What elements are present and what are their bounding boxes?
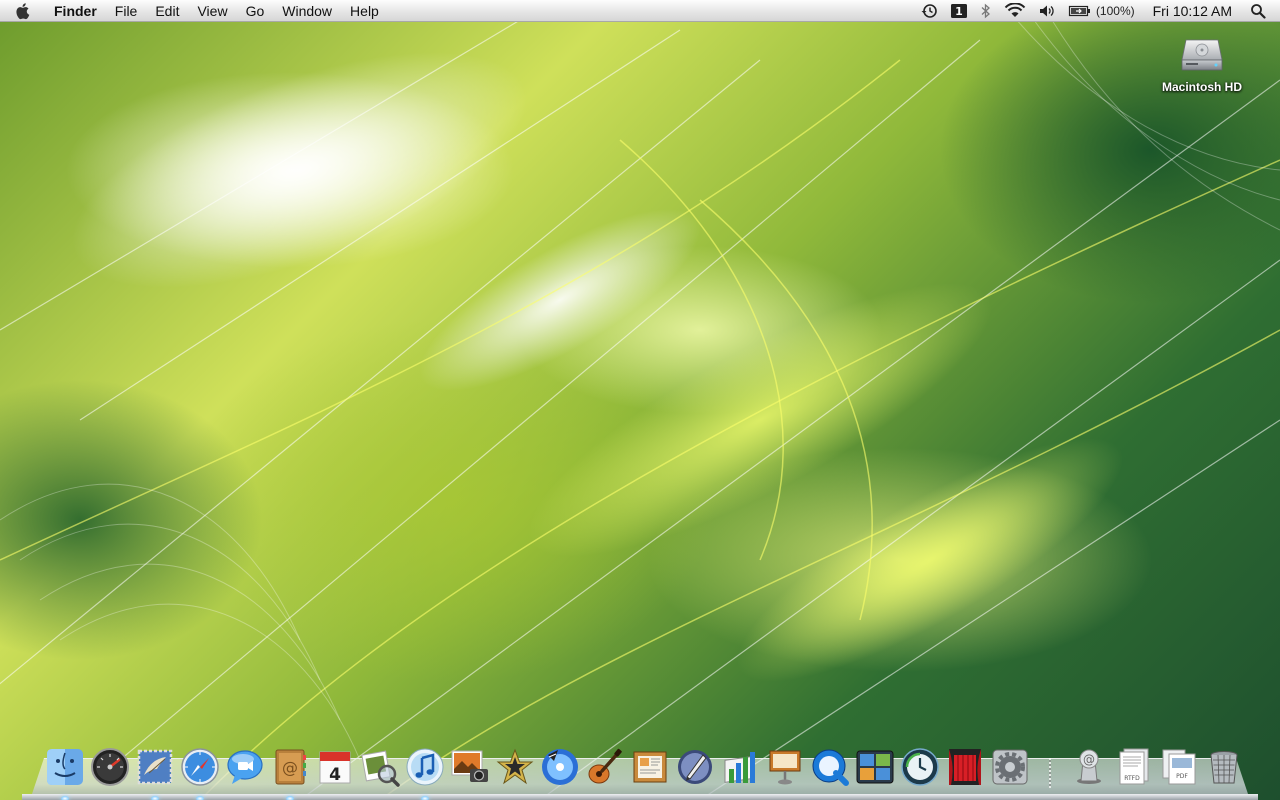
running-indicator (421, 796, 429, 800)
dock-item-itunes[interactable] (404, 746, 446, 800)
svg-text:@: @ (282, 758, 298, 777)
bluetooth-icon (981, 3, 990, 18)
trash-icon (1210, 751, 1238, 784)
downloads-stack-icon: @ (1077, 749, 1101, 784)
running-indicator (286, 796, 294, 800)
spaces-app-icon (856, 750, 894, 784)
dock-item-address-book[interactable]: @ (269, 746, 311, 800)
pdf-label: PDF (1176, 773, 1188, 780)
dock-item-iweb[interactable] (629, 746, 671, 788)
dock-item-system-preferences[interactable] (989, 746, 1031, 788)
hard-drive-icon (1181, 39, 1223, 71)
safari-icon (181, 748, 219, 786)
menu-view[interactable]: View (188, 0, 236, 22)
dock-item-front-row[interactable] (944, 746, 986, 788)
menu-bar: Finder File Edit View Go Window Help 1 (… (0, 0, 1280, 22)
dock-shelf-edge (22, 794, 1258, 800)
running-indicator (61, 796, 69, 800)
battery-icon (1068, 5, 1090, 16)
ical-icon: 4 (319, 751, 351, 785)
bluetooth-menu[interactable] (974, 0, 998, 22)
spotlight-menu[interactable] (1244, 0, 1272, 22)
dock-item-ichat[interactable] (224, 746, 266, 788)
menu-edit[interactable]: Edit (146, 0, 188, 22)
wifi-icon (1004, 2, 1026, 17)
dock-item-mail[interactable] (134, 746, 176, 800)
dock-stack-documents[interactable]: RTFD (1113, 746, 1155, 788)
documents-stack-icon: RTFD (1119, 748, 1149, 785)
numbers-icon (724, 752, 755, 783)
time-machine-menu[interactable] (914, 0, 944, 22)
dock-item-ical[interactable]: 4 (314, 746, 356, 788)
desktop[interactable]: Finder File Edit View Go Window Help 1 (… (0, 0, 1280, 800)
imovie-icon (496, 748, 534, 785)
dock-item-garageband[interactable] (584, 746, 626, 788)
volume-menu[interactable] (1032, 0, 1062, 22)
dock-item-preview[interactable] (359, 746, 401, 788)
dock-item-keynote[interactable] (764, 746, 806, 788)
front-row-icon (949, 749, 981, 785)
dock-item-numbers[interactable] (719, 746, 761, 788)
address-book-icon: @ (275, 749, 306, 785)
spaces-icon: 1 (950, 3, 967, 18)
dock-item-finder[interactable] (44, 746, 86, 800)
svg-text:1: 1 (955, 5, 963, 18)
wallpaper-streaks (0, 0, 1280, 800)
menu-window[interactable]: Window (273, 0, 341, 22)
running-indicator (196, 796, 204, 800)
wifi-menu[interactable] (998, 0, 1032, 22)
menu-file[interactable]: File (106, 0, 147, 22)
dock: @ 4 @ RTFD PDF (43, 742, 1247, 800)
running-indicator (151, 796, 159, 800)
mail-icon (137, 749, 173, 785)
dock-item-pages[interactable] (674, 746, 716, 788)
dock-item-imovie[interactable] (494, 746, 536, 788)
svg-text:@: @ (1083, 753, 1095, 767)
ichat-icon (227, 750, 263, 784)
volume-icon (1039, 5, 1054, 16)
quicktime-icon (812, 749, 849, 786)
documents-label: RTFD (1124, 775, 1140, 782)
dock-item-iphoto[interactable] (449, 746, 491, 788)
desktop-icon-label: Macintosh HD (1161, 80, 1242, 94)
dock-stack-pdf[interactable]: PDF (1158, 746, 1200, 788)
dock-item-spaces[interactable] (854, 746, 896, 788)
spaces-menu[interactable]: 1 (944, 0, 974, 22)
dock-item-dashboard[interactable] (89, 746, 131, 788)
iweb-icon (633, 751, 667, 783)
apple-icon (16, 2, 30, 19)
dock-item-quicktime[interactable] (809, 746, 851, 788)
menu-help[interactable]: Help (341, 0, 388, 22)
time-machine-app-icon (901, 748, 939, 786)
menu-clock[interactable]: Fri 10:12 AM (1145, 3, 1244, 19)
dock-trash[interactable] (1203, 746, 1245, 788)
keynote-icon (769, 750, 801, 785)
iphoto-icon (451, 750, 488, 782)
apple-menu[interactable] (0, 0, 46, 22)
garageband-icon (588, 748, 622, 784)
desktop-icon-macintosh-hd[interactable]: Macintosh HD (1156, 30, 1248, 94)
dock-item-idvd[interactable] (539, 746, 581, 788)
search-icon (1251, 3, 1266, 19)
idvd-icon (542, 749, 578, 785)
dashboard-icon (91, 748, 129, 786)
dock-item-safari[interactable] (179, 746, 221, 800)
dock-stack-downloads[interactable]: @ (1068, 746, 1110, 788)
system-preferences-icon (992, 749, 1028, 785)
battery-menu[interactable]: (100%) (1062, 0, 1145, 22)
dock-separator (1043, 744, 1057, 788)
finder-icon (47, 749, 83, 785)
ical-date: 4 (329, 765, 341, 785)
menu-app-name[interactable]: Finder (46, 0, 106, 22)
dock-item-time-machine[interactable] (899, 746, 941, 788)
time-machine-icon (921, 3, 937, 18)
itunes-icon (406, 748, 444, 786)
battery-percentage: (100%) (1095, 3, 1135, 18)
menu-go[interactable]: Go (237, 0, 274, 22)
pdf-stack-icon: PDF (1162, 749, 1196, 785)
preview-icon (361, 750, 400, 787)
pages-icon (678, 750, 712, 784)
